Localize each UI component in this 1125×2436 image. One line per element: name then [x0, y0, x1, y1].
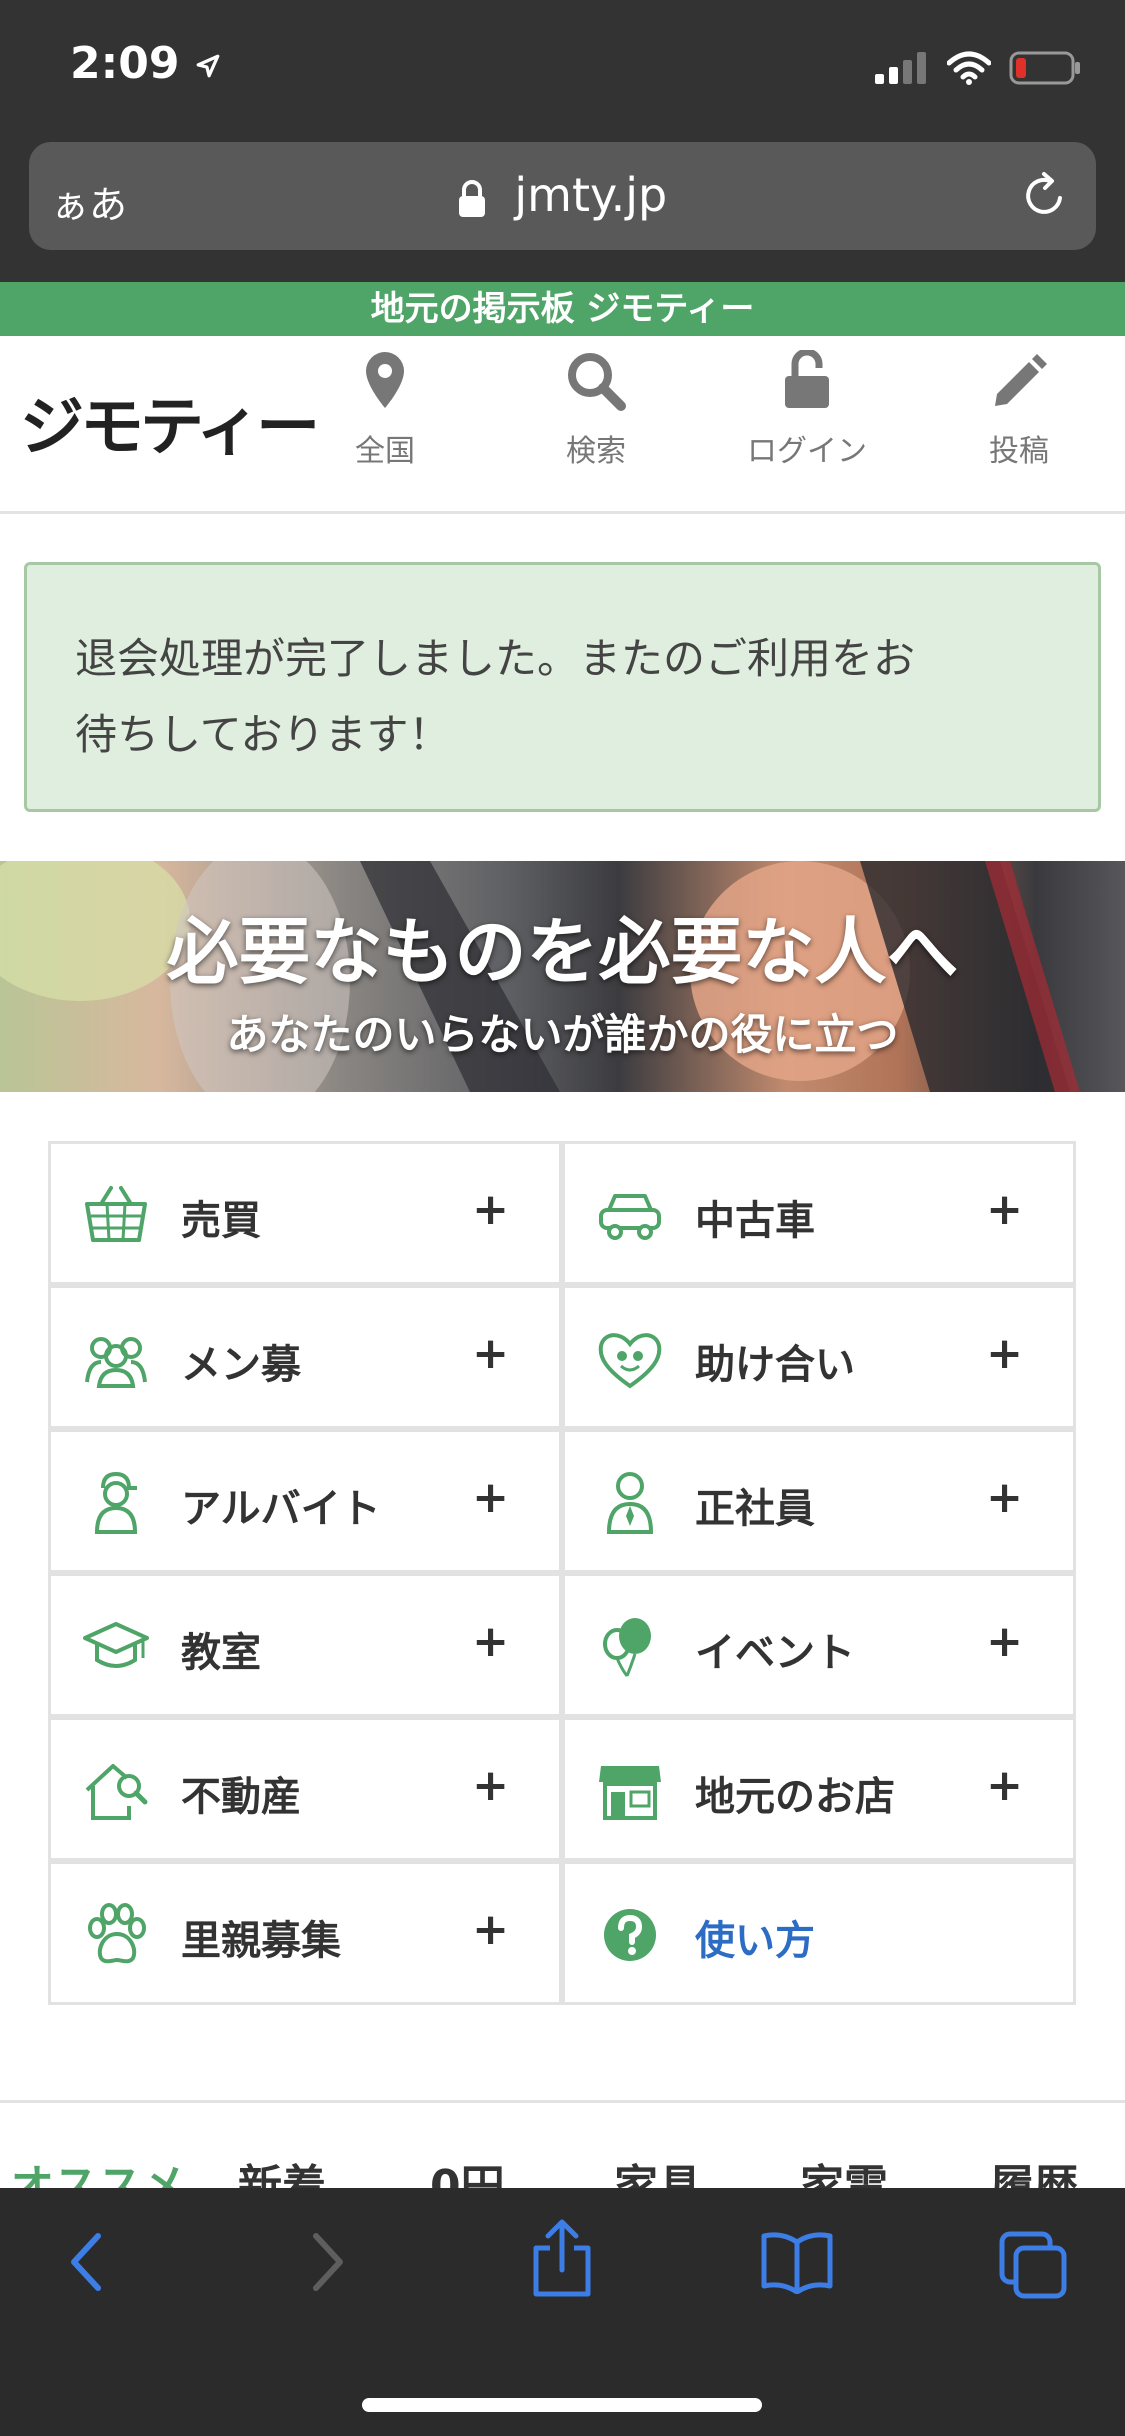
- category-label: イベント: [695, 1630, 855, 1676]
- car-icon: [599, 1194, 661, 1240]
- category-label: 正社員: [695, 1486, 815, 1532]
- nav-label-nationwide: 全国: [355, 434, 415, 469]
- paw-print-icon: [88, 1903, 146, 1964]
- expand-plus-icon[interactable]: +: [986, 1760, 1023, 1811]
- forward-icon[interactable]: [308, 2230, 348, 2294]
- worker-cap-icon: [94, 1471, 138, 1534]
- browser-top-bar: 2:09 ぁあ jmty.jp: [0, 0, 1125, 282]
- category-member-recruit[interactable]: メン募 +: [48, 1285, 562, 1429]
- tab-history[interactable]: 履歴: [990, 2150, 1078, 2190]
- storefront-icon: [599, 1766, 661, 1820]
- battery-low-icon: [1009, 51, 1080, 85]
- url-display[interactable]: jmty.jp: [29, 168, 1096, 222]
- tab-recommended[interactable]: オススメ: [10, 2150, 186, 2190]
- nav-login[interactable]: ログイン: [722, 350, 892, 470]
- category-mutual-help[interactable]: 助け合い +: [562, 1285, 1076, 1429]
- cellular-signal-icon: [875, 52, 926, 84]
- tab-appliances[interactable]: 家電: [800, 2150, 888, 2190]
- nav-post[interactable]: 投稿: [934, 350, 1104, 470]
- category-used-cars[interactable]: 中古車 +: [562, 1141, 1076, 1285]
- location-arrow-icon: [196, 54, 220, 78]
- category-label: 里親募集: [181, 1918, 341, 1964]
- expand-plus-icon[interactable]: +: [986, 1472, 1023, 1523]
- how-to-use-label: 使い方: [695, 1918, 815, 1964]
- back-icon[interactable]: [66, 2230, 106, 2294]
- hero-subtitle: あなたのいらないが誰かの役に立つ: [226, 1010, 899, 1059]
- status-time: 2:09: [70, 38, 221, 89]
- address-bar[interactable]: ぁあ jmty.jp: [29, 142, 1096, 250]
- expand-plus-icon[interactable]: +: [472, 1760, 509, 1811]
- expand-plus-icon[interactable]: +: [472, 1328, 509, 1379]
- hero-banner[interactable]: 必要なものを必要な人へ あなたのいらないが誰かの役に立つ: [0, 861, 1125, 1092]
- expand-plus-icon[interactable]: +: [986, 1616, 1023, 1667]
- section-divider: [0, 2100, 1125, 2103]
- category-part-time[interactable]: アルバイト +: [48, 1429, 562, 1573]
- category-events[interactable]: イベント +: [562, 1573, 1076, 1717]
- category-full-time[interactable]: 正社員 +: [562, 1429, 1076, 1573]
- balloons-icon: [603, 1618, 651, 1677]
- people-group-icon: [85, 1337, 147, 1388]
- nav-search[interactable]: 検索: [511, 350, 681, 470]
- category-pet-adoption[interactable]: 里親募集 +: [48, 1861, 562, 2005]
- site-logo[interactable]: ジモティー: [20, 376, 320, 468]
- feed-tabs: オススメ 新着 0円 家具 家電 履歴: [0, 2150, 1125, 2190]
- notice-line-1: 退会処理が完了しました。またのご利用をお: [75, 634, 916, 683]
- category-label: 中古車: [695, 1198, 815, 1244]
- withdrawal-complete-notice: 退会処理が完了しました。またのご利用をお 待ちしております！: [24, 562, 1101, 812]
- url-text: jmty.jp: [514, 168, 668, 222]
- category-local-shops[interactable]: 地元のお店 +: [562, 1717, 1076, 1861]
- expand-plus-icon[interactable]: +: [472, 1184, 509, 1235]
- expand-plus-icon[interactable]: +: [986, 1184, 1023, 1235]
- category-classes[interactable]: 教室 +: [48, 1573, 562, 1717]
- tab-furniture[interactable]: 家具: [614, 2150, 702, 2190]
- heart-hands-icon: [598, 1333, 662, 1389]
- nav-label-login: ログイン: [747, 434, 867, 469]
- question-circle-icon: [604, 1909, 656, 1961]
- category-buy-sell[interactable]: 売買 +: [48, 1141, 562, 1285]
- nav-label-post: 投稿: [989, 434, 1049, 469]
- wifi-icon: [947, 51, 991, 85]
- lock-icon: [458, 179, 485, 217]
- site-banner: 地元の掲示板 ジモティー: [0, 282, 1125, 336]
- nav-nationwide[interactable]: 全国: [300, 350, 470, 470]
- pencil-icon: [995, 354, 1047, 406]
- house-search-icon: [85, 1764, 148, 1820]
- home-indicator: [362, 2398, 762, 2412]
- category-label: 助け合い: [695, 1342, 855, 1388]
- businessperson-icon: [606, 1472, 654, 1534]
- expand-plus-icon[interactable]: +: [472, 1616, 509, 1667]
- unlock-icon: [785, 350, 829, 408]
- category-label: アルバイト: [181, 1486, 381, 1532]
- basket-icon: [85, 1186, 147, 1242]
- category-label: 売買: [181, 1198, 261, 1244]
- how-to-use-link[interactable]: 使い方: [562, 1861, 1076, 2005]
- expand-plus-icon[interactable]: +: [472, 1904, 509, 1955]
- expand-plus-icon[interactable]: +: [986, 1328, 1023, 1379]
- status-indicators: [875, 48, 1081, 88]
- category-real-estate[interactable]: 不動産 +: [48, 1717, 562, 1861]
- notice-line-2: 待ちしております！: [75, 710, 451, 759]
- share-icon[interactable]: [530, 2218, 594, 2298]
- tab-new[interactable]: 新着: [238, 2150, 326, 2190]
- status-time-text: 2:09: [70, 38, 180, 89]
- expand-plus-icon[interactable]: +: [472, 1472, 509, 1523]
- search-icon: [568, 353, 626, 411]
- category-label: メン募: [181, 1342, 301, 1388]
- reload-icon[interactable]: [1020, 170, 1070, 220]
- nav-label-search: 検索: [566, 434, 626, 469]
- category-label: 教室: [181, 1630, 261, 1676]
- category-label: 不動産: [181, 1774, 301, 1820]
- map-pin-icon: [366, 352, 404, 408]
- hero-title: 必要なものを必要な人へ: [166, 910, 959, 994]
- graduation-cap-icon: [83, 1622, 149, 1668]
- category-label: 地元のお店: [695, 1774, 895, 1820]
- site-header: ジモティー 全国 検索 ログイン 投稿: [0, 336, 1125, 514]
- tab-free[interactable]: 0円: [430, 2150, 505, 2190]
- bookmarks-icon[interactable]: [760, 2230, 834, 2294]
- tabs-icon[interactable]: [998, 2230, 1068, 2300]
